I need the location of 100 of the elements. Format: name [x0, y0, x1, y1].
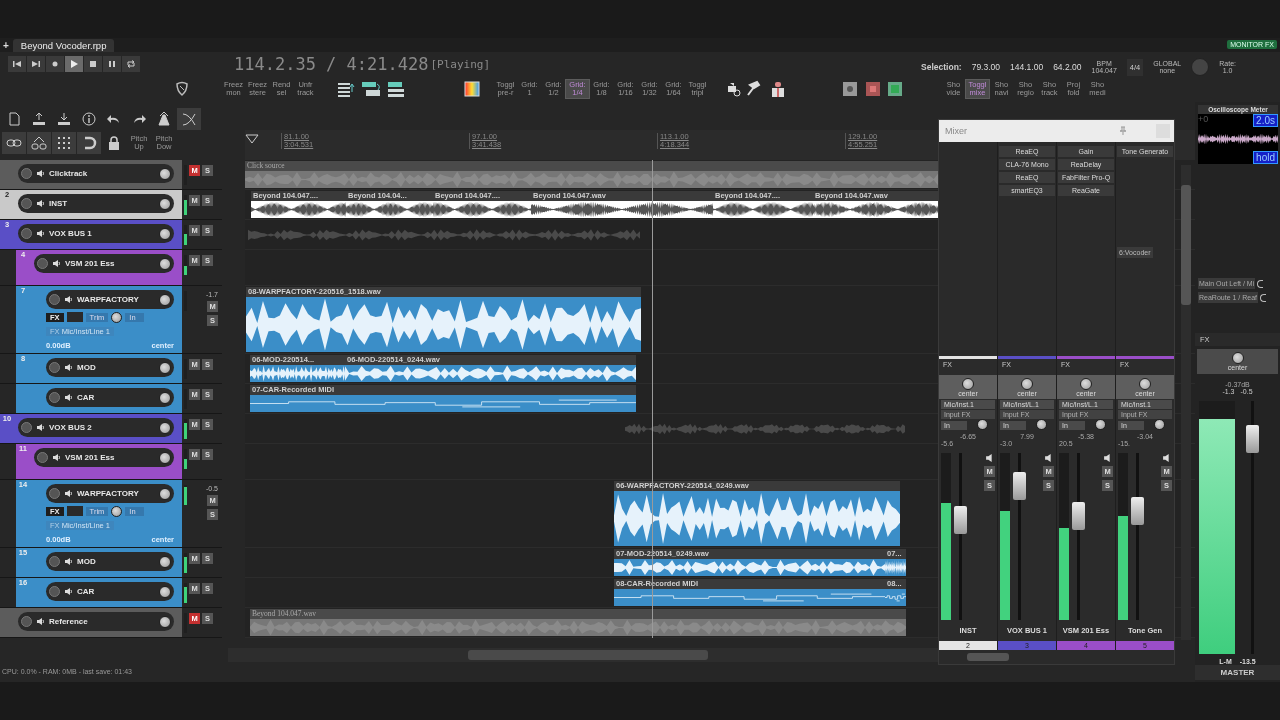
track-panel[interactable]: Clicktrack [0, 160, 182, 189]
speaker-icon[interactable] [64, 295, 73, 304]
new-icon [6, 111, 22, 127]
fader-thumb[interactable] [1131, 497, 1144, 526]
speaker-icon[interactable] [64, 489, 73, 498]
pan-knob[interactable] [159, 421, 171, 434]
speaker-icon[interactable] [52, 453, 61, 462]
group-icon [31, 135, 47, 151]
record-arm-button[interactable] [21, 198, 32, 209]
trim-knob[interactable] [1154, 419, 1165, 430]
record-arm-button[interactable] [21, 228, 32, 239]
pan-knob[interactable] [159, 391, 171, 404]
selection-start[interactable]: 79.3.00 [971, 62, 1001, 72]
grid-icon [56, 135, 72, 151]
level-meter [184, 449, 187, 469]
spectrum-icon[interactable] [464, 81, 480, 97]
track-panel[interactable]: Reference [0, 608, 182, 637]
snap-button[interactable] [77, 132, 101, 154]
pan-knob[interactable] [159, 293, 171, 306]
pan-knob[interactable] [159, 615, 171, 628]
fader-thumb[interactable] [1072, 502, 1085, 531]
speaker-icon[interactable] [64, 393, 73, 402]
speaker-icon[interactable] [1102, 453, 1113, 463]
speaker-icon[interactable] [1161, 453, 1172, 463]
speaker-icon[interactable] [52, 259, 61, 268]
speaker-icon[interactable] [64, 557, 73, 566]
volume-knob[interactable] [111, 311, 123, 323]
record-arm-button[interactable] [37, 258, 48, 269]
pan-knob[interactable] [1231, 352, 1244, 364]
track-panel[interactable]: CAR [16, 384, 182, 413]
new-tab-button[interactable]: + [3, 39, 9, 51]
play-state: [Playing] [430, 57, 491, 71]
record-arm-button[interactable] [21, 168, 32, 179]
transport-button[interactable] [27, 56, 45, 72]
speaker-icon[interactable] [36, 169, 45, 178]
selection-length[interactable]: 64.2.00 [1053, 62, 1082, 72]
mixer-scrollbar[interactable] [967, 653, 1009, 661]
fader-thumb[interactable] [1013, 472, 1026, 501]
grid-button[interactable] [52, 132, 76, 154]
record-arm-button[interactable] [21, 616, 32, 627]
edit-cursor-icon[interactable] [245, 134, 259, 144]
record-arm-button[interactable] [49, 556, 60, 567]
link-button[interactable] [2, 132, 26, 154]
pan-knob[interactable] [159, 585, 171, 598]
pan-knob[interactable] [159, 451, 171, 464]
envelope-button[interactable] [66, 506, 83, 516]
pan-knob[interactable] [1021, 378, 1033, 390]
record-arm-button[interactable] [49, 362, 60, 373]
trim-knob[interactable] [1036, 419, 1047, 430]
vertical-scrollbar[interactable] [1181, 185, 1191, 305]
plugin-icon[interactable] [842, 80, 904, 98]
project-tab[interactable]: Beyond Vocoder.rpp [12, 38, 115, 52]
transport-button[interactable] [8, 56, 26, 72]
envelope-button[interactable] [66, 312, 83, 322]
speaker-icon[interactable] [36, 199, 45, 208]
record-arm-button[interactable] [49, 294, 60, 305]
record-arm-button[interactable] [49, 488, 60, 499]
pan-knob[interactable] [159, 555, 171, 568]
speaker-icon[interactable] [1043, 453, 1054, 463]
speaker-icon[interactable] [36, 229, 45, 238]
pan-knob[interactable] [1139, 378, 1151, 390]
speaker-icon[interactable] [984, 453, 995, 463]
trim-knob[interactable] [977, 419, 988, 430]
record-arm-button[interactable] [49, 586, 60, 597]
transport-button[interactable] [122, 56, 140, 72]
pan-knob[interactable] [159, 227, 171, 240]
transport-button[interactable] [103, 56, 121, 72]
pan-knob[interactable] [159, 197, 171, 210]
track-tools-icon[interactable] [336, 80, 406, 98]
fader-thumb[interactable] [1246, 424, 1259, 453]
transport-button[interactable] [65, 56, 83, 72]
export-icon [31, 111, 47, 127]
play-icon [69, 59, 79, 69]
scope-hold-button[interactable]: hold [1253, 151, 1278, 164]
trim-knob[interactable] [1095, 419, 1106, 430]
pan-knob[interactable] [962, 378, 974, 390]
horizontal-scrollbar[interactable] [468, 650, 708, 660]
transport-button[interactable] [46, 56, 64, 72]
pan-knob[interactable] [159, 361, 171, 374]
selection-end[interactable]: 144.1.00 [1010, 62, 1044, 72]
fader-thumb[interactable] [954, 505, 967, 534]
pan-knob[interactable] [1080, 378, 1092, 390]
import-icon [56, 111, 72, 127]
speaker-icon[interactable] [64, 363, 73, 372]
speaker-icon[interactable] [64, 587, 73, 596]
pan-knob[interactable] [159, 167, 171, 180]
scope-time-button[interactable]: 2.0s [1253, 114, 1278, 127]
speaker-icon[interactable] [36, 617, 45, 626]
pan-knob[interactable] [159, 487, 171, 500]
volume-knob[interactable] [111, 505, 123, 517]
crossfade-button[interactable] [177, 108, 201, 130]
level-meter [184, 195, 187, 215]
speaker-icon[interactable] [36, 423, 45, 432]
transport-button[interactable] [84, 56, 102, 72]
record-arm-button[interactable] [37, 452, 48, 463]
info-icon [81, 111, 97, 127]
pan-knob[interactable] [159, 257, 171, 270]
group-button[interactable] [27, 132, 51, 154]
record-arm-button[interactable] [49, 392, 60, 403]
record-arm-button[interactable] [21, 422, 32, 433]
